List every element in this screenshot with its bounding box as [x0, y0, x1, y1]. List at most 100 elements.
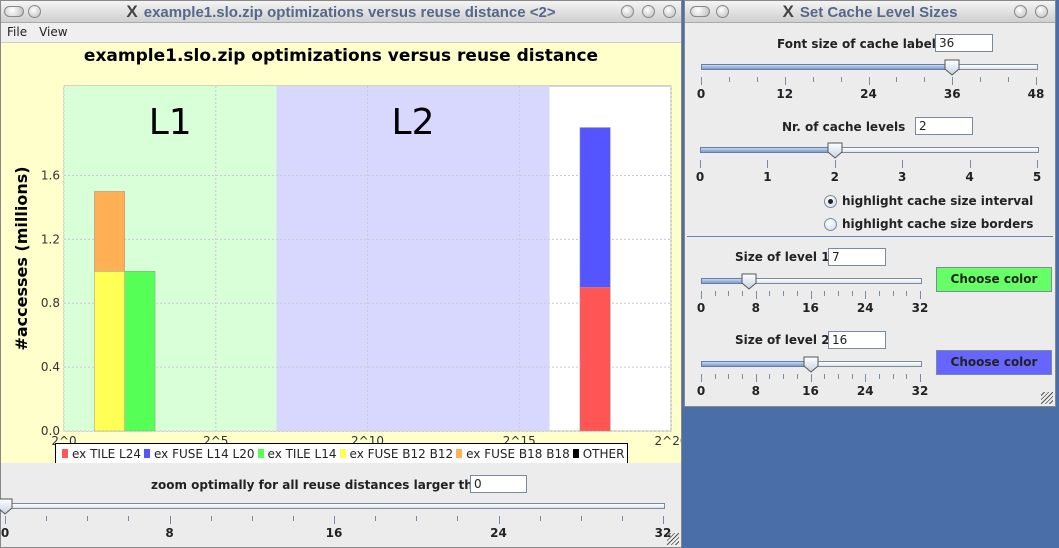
bar-segment: [94, 271, 125, 432]
chart-title: example1.slo.zip optimizations versus re…: [83, 46, 599, 66]
menu-view[interactable]: View: [33, 23, 73, 41]
shade-button[interactable]: [4, 6, 24, 17]
y-tick-label: 1.6: [41, 168, 60, 182]
level1-choose-color-button[interactable]: Choose color: [936, 267, 1052, 292]
major-tick: [701, 291, 702, 299]
level2-slider[interactable]: 0 8 16 24 32: [697, 355, 928, 399]
slider-thumb[interactable]: [803, 356, 819, 373]
minor-tick: [837, 291, 839, 296]
major-tick: [1036, 77, 1037, 85]
tick-label: 0: [696, 87, 706, 101]
main-title-bar[interactable]: Xexample1.slo.zip optimizations versus r…: [1, 1, 681, 23]
cache-title-bar[interactable]: X Set Cache Level Sizes: [685, 1, 1055, 23]
level1-slider[interactable]: 0 8 16 24 32: [697, 272, 928, 316]
major-tick: [334, 516, 335, 524]
minor-tick: [728, 291, 730, 296]
font-size-slider[interactable]: 0 12 24 36 48: [697, 58, 1044, 102]
minor-tick: [742, 291, 744, 296]
tick-label: 16: [325, 526, 343, 540]
cache-window: X Set Cache Level Sizes Font size of cach…: [684, 0, 1056, 407]
level2-choose-color-button[interactable]: Choose color: [936, 350, 1052, 375]
slider-track[interactable]: [5, 503, 665, 509]
menu-file[interactable]: File: [1, 23, 33, 41]
minor-tick: [87, 516, 89, 521]
legend-swatch: [62, 448, 68, 458]
zoom-slider[interactable]: 0 8 16 24 32: [0, 497, 671, 541]
major-tick: [700, 160, 701, 168]
major-tick: [498, 516, 500, 524]
tick-label: 24: [860, 87, 877, 101]
main-window: Xexample1.slo.zip optimizations versus r…: [0, 0, 682, 548]
minor-tick: [783, 374, 785, 379]
tick-label: 0: [696, 384, 706, 398]
tick-label: 16: [802, 301, 819, 315]
font-size-input[interactable]: 36: [935, 34, 993, 52]
minor-tick: [46, 516, 48, 521]
cache-levels-input[interactable]: 2: [915, 117, 973, 135]
menu-bar: File View: [1, 23, 681, 43]
cache-levels-slider[interactable]: 0 1 2 3 4 5: [696, 141, 1041, 185]
tick-label: 48: [1027, 87, 1045, 101]
major-tick: [810, 374, 812, 382]
minor-tick: [728, 77, 730, 82]
cache-levels-label: Nr. of cache levels: [782, 120, 906, 134]
level1-label: Size of level 1: [735, 250, 830, 264]
close-button[interactable]: [1035, 5, 1048, 18]
level1-input[interactable]: 7: [828, 248, 886, 266]
menu-button[interactable]: [716, 5, 729, 18]
radio-highlight-borders[interactable]: highlight cache size borders: [824, 217, 1033, 231]
resize-grip[interactable]: [1041, 392, 1053, 404]
minimize-button[interactable]: [621, 5, 634, 18]
window-title: example1.slo.zip optimizations versus re…: [143, 4, 556, 21]
minor-tick: [416, 516, 418, 521]
tick-label: 0: [0, 526, 10, 540]
minor-tick: [796, 374, 798, 379]
tick-label: 8: [751, 384, 760, 398]
minor-tick: [851, 374, 853, 379]
window-title: Set Cache Level Sizes: [799, 4, 958, 21]
radio-selected-icon: [824, 194, 837, 208]
tick-label: 4: [965, 170, 974, 184]
x-tick-label: 2^20: [655, 434, 681, 448]
tick-label: 0: [696, 301, 706, 315]
slider-thumb[interactable]: [741, 273, 757, 290]
font-size-label: Font size of cache labels: [777, 37, 943, 51]
minor-tick: [769, 374, 771, 379]
tick-label: 32: [911, 301, 929, 315]
tick-label: 24: [490, 526, 507, 540]
zoom-input[interactable]: 0: [470, 475, 527, 493]
level2-input[interactable]: 16: [828, 331, 886, 349]
maximize-button[interactable]: [642, 5, 655, 18]
y-tick-label: 0.8: [41, 296, 60, 310]
y-axis-label: #accesses (millions): [12, 166, 31, 350]
close-button[interactable]: [663, 5, 676, 18]
minor-tick: [924, 77, 926, 82]
chart: L1L22^02^52^102^152^200.00.40.81.21.6reu…: [12, 85, 681, 477]
radio-interval-label: highlight cache size interval: [842, 194, 1034, 208]
slider-thumb[interactable]: [827, 142, 843, 159]
legend-swatch: [144, 448, 150, 458]
minor-tick: [128, 516, 130, 521]
legend: ex TILE L24 ex FUSE L14 L20 ex TILE L14 ex …: [55, 443, 629, 464]
minor-tick: [756, 77, 758, 82]
legend-swatch: [572, 448, 579, 458]
resize-grip[interactable]: [667, 533, 679, 545]
minimize-button[interactable]: [1014, 5, 1027, 18]
radio-highlight-interval[interactable]: highlight cache size interval: [824, 194, 1033, 208]
bar-segment: [579, 287, 611, 432]
shade-button[interactable]: [690, 6, 710, 17]
slider-thumb[interactable]: [944, 59, 960, 76]
tick-label: 12: [776, 87, 794, 101]
major-tick: [767, 160, 769, 168]
slider-thumb[interactable]: [0, 498, 13, 515]
tick-label: 36: [943, 87, 961, 101]
y-tick-label: 0.4: [41, 360, 60, 374]
major-tick: [902, 160, 904, 168]
y-tick-label: 0.0: [41, 424, 60, 438]
minor-tick: [728, 374, 730, 379]
zoom-panel: zoom optimally for all reuse distances l…: [0, 463, 681, 547]
menu-button[interactable]: [28, 5, 41, 18]
minor-tick: [851, 291, 853, 296]
legend-label: ex FUSE B12 B12: [349, 446, 454, 461]
minor-tick: [892, 291, 894, 296]
